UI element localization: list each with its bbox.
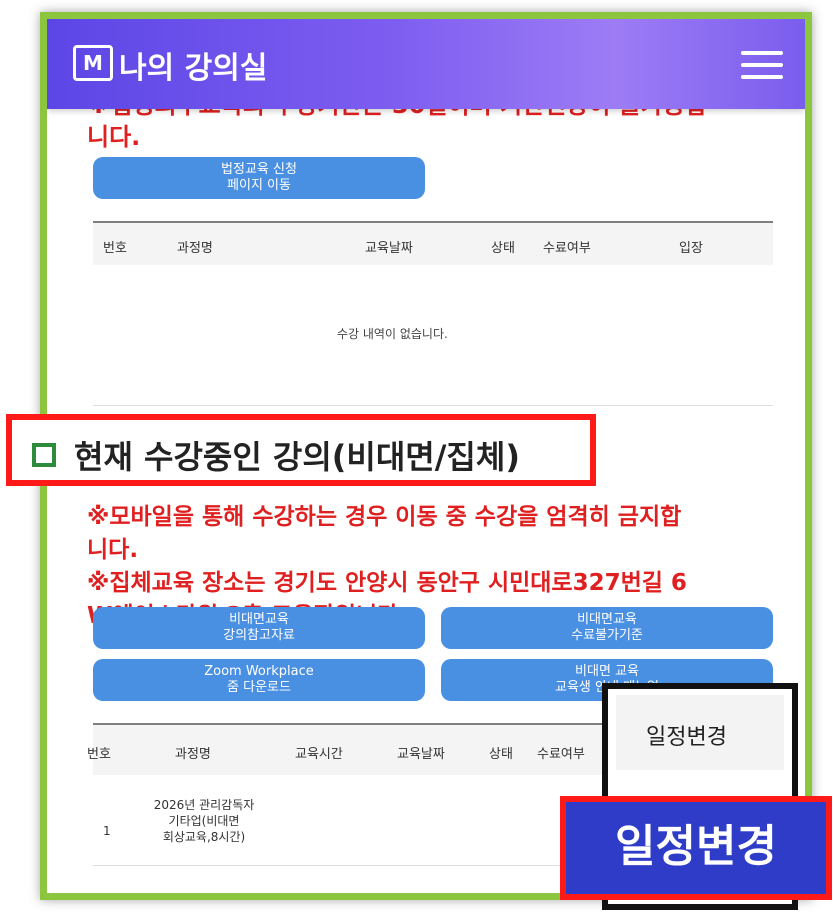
table2-col-time: 교육시간 bbox=[295, 747, 343, 762]
notice-line1: ※모바일을 통해 수강하는 경우 이동 중 수강을 엄격히 금지합 bbox=[87, 504, 682, 530]
zoom-download-line1: Zoom Workplace bbox=[204, 664, 314, 679]
zoom-download-button[interactable]: Zoom Workplace 줌 다운로드 bbox=[93, 659, 425, 701]
completion-criteria-line2: 수료불가기준 bbox=[571, 628, 643, 643]
section-title: 현재 수강중인 강의(비대면/집체) bbox=[74, 438, 520, 476]
lecture-materials-line2: 강의참고자료 bbox=[223, 628, 295, 643]
lecture-materials-button[interactable]: 비대면교육 강의참고자료 bbox=[93, 607, 425, 649]
table2-col-date: 교육날짜 bbox=[397, 747, 445, 762]
table2-col-no: 번호 bbox=[87, 747, 111, 762]
section-title-highlight: 현재 수강중인 강의(비대면/집체) bbox=[6, 414, 596, 486]
table2-row1-course[interactable]: 2026년 관리감독자 기타업(비대면 회상교육,8시간) bbox=[129, 797, 279, 845]
table2-row1-no: 1 bbox=[103, 824, 111, 838]
table2-row1-course-line1: 2026년 관리감독자 bbox=[153, 798, 255, 812]
lecture-materials-line1: 비대면교육 bbox=[229, 612, 289, 627]
green-square-icon bbox=[32, 443, 56, 467]
legal-notice-line2: 니다. bbox=[87, 123, 141, 151]
zoom-download-line2: 줌 다운로드 bbox=[227, 680, 291, 695]
student-manual-line1: 비대면 교육 bbox=[575, 664, 639, 679]
schedule-change-preview-label: 일정변경 bbox=[646, 725, 727, 750]
table1-col-course: 과정명 bbox=[177, 241, 213, 256]
schedule-change-preview: 일정변경 bbox=[616, 695, 784, 770]
table1-col-status: 상태 bbox=[491, 241, 515, 256]
table1-col-date: 교육날짜 bbox=[365, 241, 413, 256]
page-title: 나의 강의실 bbox=[119, 51, 268, 86]
top-app-bar: M 나의 강의실 bbox=[47, 19, 805, 109]
table1-empty-message: 수강 내역이 없습니다. bbox=[337, 327, 448, 341]
table2-col-completion: 수료여부 bbox=[537, 747, 585, 762]
notice-line2: 니다. bbox=[87, 537, 139, 563]
table2-col-status: 상태 bbox=[489, 747, 513, 762]
legal-education-button-line2: 페이지 이동 bbox=[227, 178, 291, 193]
legal-education-button-line1: 법정교육 신청 bbox=[221, 162, 297, 177]
app-logo-icon[interactable]: M bbox=[73, 45, 113, 81]
table1-col-no: 번호 bbox=[103, 241, 127, 256]
completion-criteria-line1: 비대면교육 bbox=[577, 612, 637, 627]
table2-col-course: 과정명 bbox=[175, 747, 211, 762]
notice-line3: ※집체교육 장소는 경기도 안양시 동안구 시민대로327번길 6 bbox=[87, 570, 687, 596]
completion-criteria-button[interactable]: 비대면교육 수료불가기준 bbox=[441, 607, 773, 649]
table2-row1-course-line2: 기타업(비대면 bbox=[168, 814, 240, 828]
table1-bottom-rule bbox=[93, 405, 773, 406]
table1-col-enter: 입장 bbox=[679, 241, 703, 256]
schedule-change-button[interactable]: 일정변경 bbox=[560, 796, 832, 900]
legal-education-button[interactable]: 법정교육 신청 페이지 이동 bbox=[93, 157, 425, 199]
hamburger-menu-icon[interactable] bbox=[741, 51, 783, 79]
table1-col-completion: 수료여부 bbox=[543, 241, 591, 256]
table2-row1-course-line3: 회상교육,8시간) bbox=[162, 830, 246, 844]
